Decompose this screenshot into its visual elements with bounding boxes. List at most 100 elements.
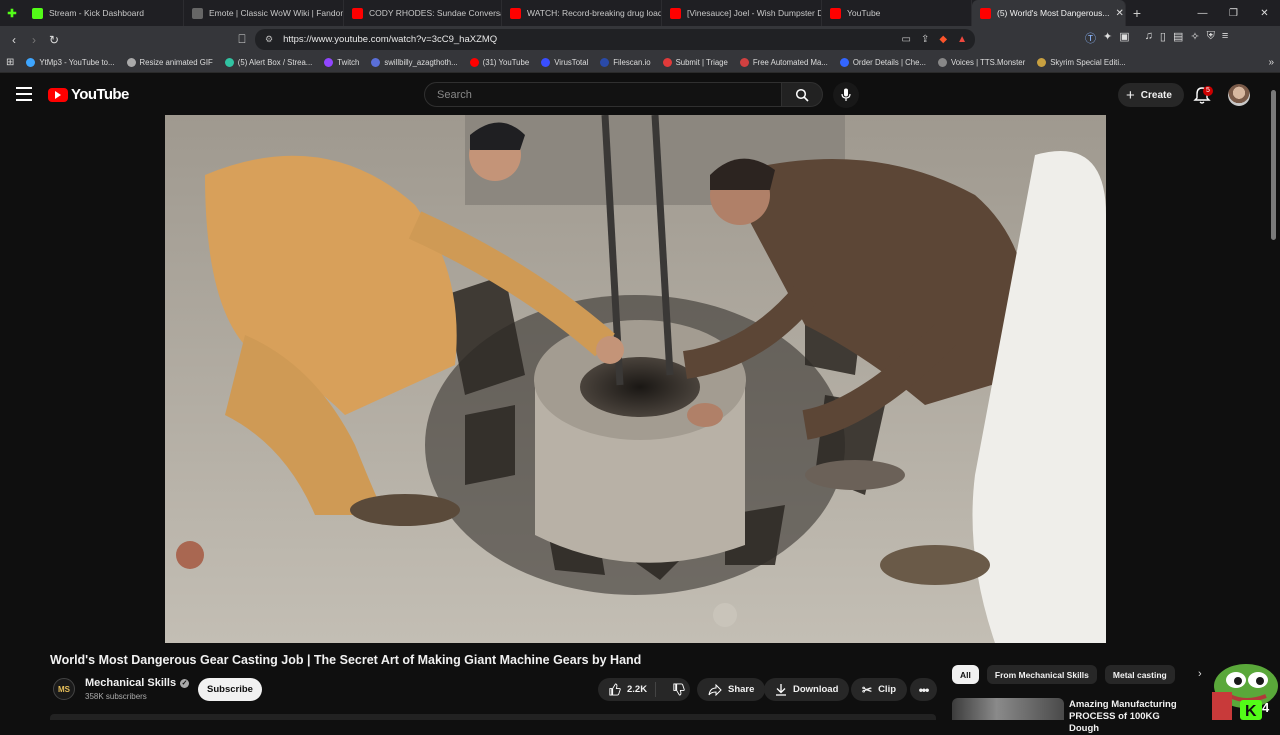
- site-info-icon[interactable]: ⚙: [265, 34, 273, 45]
- channel-avatar[interactable]: MS: [53, 678, 75, 700]
- bookmark-label: Resize animated GIF: [139, 58, 213, 67]
- youtube-logo[interactable]: YouTube: [48, 86, 129, 103]
- related-filter-chips: All From Mechanical Skills Metal casting: [952, 665, 1175, 684]
- filter-chip[interactable]: From Mechanical Skills: [986, 665, 1097, 684]
- guide-menu-icon[interactable]: [16, 87, 32, 101]
- close-window-icon[interactable]: ✕: [1249, 8, 1280, 19]
- cast-icon[interactable]: ▭: [902, 34, 911, 45]
- music-icon[interactable]: ♫: [1145, 30, 1153, 46]
- browser-tab[interactable]: (5) World's Most Dangerous... ✕: [972, 0, 1126, 26]
- bookmark-favicon-icon: [839, 58, 849, 67]
- create-button[interactable]: + Create: [1118, 83, 1184, 107]
- video-title: World's Most Dangerous Gear Casting Job …: [50, 653, 642, 667]
- address-toolbar: ‹ › ↻ ⎕ ⚙ https://www.youtube.com/watch?…: [0, 26, 1280, 53]
- recommended-video-title[interactable]: Amazing Manufacturing PROCESS of 100KG D…: [1069, 699, 1189, 735]
- more-bookmarks-icon[interactable]: »: [1262, 57, 1280, 68]
- search-icon: [795, 88, 809, 102]
- bookmark-item[interactable]: Voices | TTS.Monster: [932, 58, 1031, 67]
- extension-puzzle-icon[interactable]: ✦: [1103, 30, 1112, 46]
- bookmark-favicon-icon: [739, 58, 749, 67]
- search-button[interactable]: [781, 82, 823, 107]
- url-bar[interactable]: ⚙ https://www.youtube.com/watch?v=3cC9_h…: [255, 29, 975, 50]
- share-button[interactable]: Share: [697, 678, 766, 701]
- bookmark-label: (5) Alert Box / Strea...: [237, 58, 313, 67]
- vpn-icon[interactable]: ⛨: [1207, 30, 1215, 46]
- leo-ai-icon[interactable]: ✧: [1190, 30, 1199, 46]
- filter-chip[interactable]: All: [952, 665, 979, 684]
- recommended-video-thumbnail[interactable]: [952, 698, 1064, 720]
- youtube-icon: [670, 7, 681, 19]
- more-actions-button[interactable]: •••: [910, 678, 937, 701]
- bookmark-item[interactable]: (31) YouTube: [464, 58, 536, 67]
- tab-label: Stream - Kick Dashboard: [49, 8, 144, 18]
- browser-tab[interactable]: CODY RHODES: Sundae Conversati...: [344, 0, 502, 26]
- bookmark-label: VirusTotal: [554, 58, 589, 67]
- bookmark-item[interactable]: swillbilly_azagthoth...: [365, 58, 463, 67]
- channel-name-row[interactable]: Mechanical Skills ✓: [85, 677, 190, 689]
- browser-tab[interactable]: YouTube: [822, 0, 972, 26]
- kick-viewer-count: 4: [1262, 700, 1270, 715]
- thumbs-down-icon: [673, 683, 685, 696]
- voice-search-button[interactable]: [833, 82, 859, 108]
- bookmark-favicon-icon: [937, 58, 947, 67]
- bookmark-item[interactable]: Submit | Triage: [657, 58, 734, 67]
- bookmark-item[interactable]: Free Automated Ma...: [734, 58, 834, 67]
- browser-tab[interactable]: WATCH: Record-breaking drug load...: [502, 0, 662, 26]
- close-tab-icon[interactable]: ✕: [1115, 8, 1123, 19]
- extension-tab-icon[interactable]: ▣: [1119, 30, 1129, 46]
- reload-icon[interactable]: ↻: [44, 33, 64, 47]
- bookmark-item[interactable]: Filescan.io: [594, 58, 656, 67]
- bookmark-favicon-icon: [126, 58, 136, 67]
- sidebar-icon[interactable]: ▯: [1160, 30, 1166, 46]
- brave-shield-icon[interactable]: ◆: [939, 34, 947, 45]
- share-page-icon[interactable]: ⇪: [921, 34, 929, 45]
- bookmark-item[interactable]: Skyrim Special Editi...: [1031, 58, 1131, 67]
- wallet-icon[interactable]: ▤: [1173, 30, 1183, 46]
- extension-tv-icon[interactable]: Ⓣ: [1085, 30, 1096, 46]
- channel-name[interactable]: Mechanical Skills: [85, 677, 176, 689]
- apps-grid-icon[interactable]: ⊞: [0, 57, 20, 68]
- bookmark-favicon-icon: [371, 58, 381, 67]
- brave-rewards-icon[interactable]: ▲: [957, 34, 967, 45]
- bookmark-item[interactable]: Order Details | Che...: [834, 58, 932, 67]
- plus-icon: +: [1126, 86, 1135, 104]
- bookmark-item[interactable]: VirusTotal: [535, 58, 594, 67]
- download-button[interactable]: Download: [764, 678, 850, 701]
- thumbs-up-icon: [609, 683, 621, 696]
- back-icon[interactable]: ‹: [4, 33, 24, 47]
- bookmark-label: Twitch: [337, 58, 360, 67]
- minimize-icon[interactable]: —: [1187, 8, 1218, 19]
- tab-label: CODY RHODES: Sundae Conversati...: [369, 8, 502, 18]
- bookmark-item[interactable]: Resize animated GIF: [121, 58, 219, 67]
- bookmark-label: Voices | TTS.Monster: [950, 58, 1026, 67]
- search-input[interactable]: Search: [424, 82, 782, 107]
- bookmark-icon[interactable]: ⎕: [232, 32, 252, 47]
- browser-tab[interactable]: Emote | Classic WoW Wiki | Fandom: [184, 0, 344, 26]
- clip-button[interactable]: ✂ Clip: [851, 678, 908, 701]
- bookmark-favicon-icon: [324, 58, 334, 67]
- browser-tab[interactable]: [Vinesauce] Joel - Wish Dumpster D...: [662, 0, 822, 26]
- video-player[interactable]: [165, 115, 1106, 643]
- notification-badge: 5: [1203, 86, 1213, 96]
- dislike-button[interactable]: [662, 683, 695, 696]
- restore-icon[interactable]: ❐: [1218, 8, 1249, 19]
- filter-chip[interactable]: Metal casting: [1104, 665, 1175, 684]
- browser-tab[interactable]: Stream - Kick Dashboard: [24, 0, 184, 26]
- page-scrollbar[interactable]: [1271, 90, 1276, 240]
- download-icon: [776, 684, 786, 696]
- new-tab-button[interactable]: +: [1126, 5, 1148, 21]
- forward-icon[interactable]: ›: [24, 33, 44, 47]
- bookmark-item[interactable]: Twitch: [318, 58, 365, 67]
- bookmark-item[interactable]: (5) Alert Box / Strea...: [219, 58, 319, 67]
- bookmark-label: Skyrim Special Editi...: [1050, 58, 1126, 67]
- subscribe-button[interactable]: Subscribe: [198, 678, 262, 701]
- youtube-header: YouTube Search + Create: [0, 74, 1280, 116]
- like-button[interactable]: 2.2K: [598, 682, 657, 697]
- bookmark-label: Filescan.io: [613, 58, 651, 67]
- bookmark-favicon-icon: [662, 58, 672, 67]
- menu-icon[interactable]: ≡: [1222, 30, 1228, 46]
- tab-label: [Vinesauce] Joel - Wish Dumpster D...: [687, 8, 822, 18]
- youtube-icon: [980, 7, 991, 19]
- account-avatar[interactable]: [1228, 84, 1250, 106]
- bookmark-item[interactable]: YtMp3 - YouTube to...: [20, 58, 120, 67]
